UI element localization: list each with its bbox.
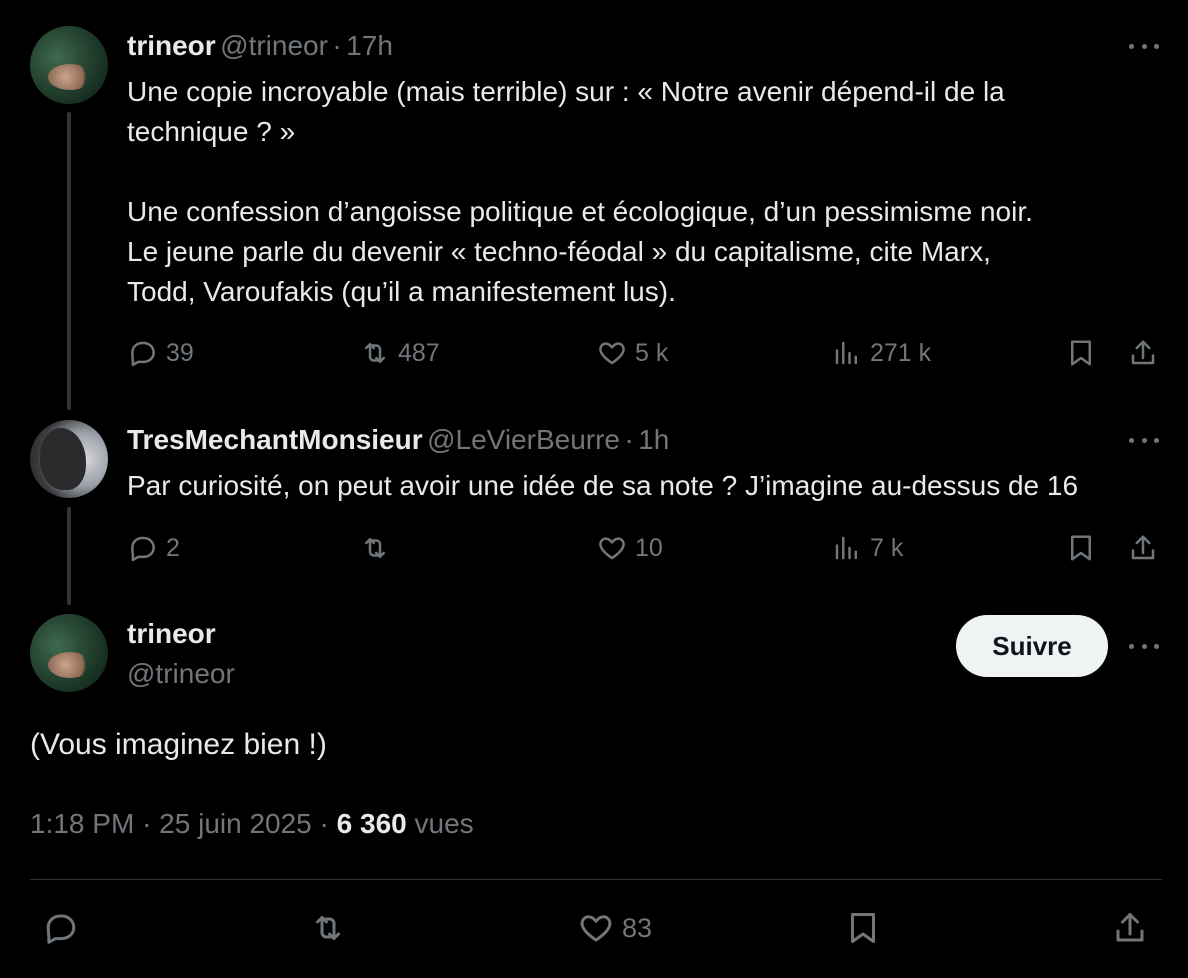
views-count: 7 k <box>870 533 904 562</box>
tweet-text: Une copie incroyable (mais terrible) sur… <box>127 72 1167 312</box>
bookmark-icon <box>1071 340 1091 366</box>
share-icon <box>1131 535 1155 560</box>
follow-button[interactable]: Suivre <box>956 615 1108 677</box>
author-handle[interactable]: @trineor <box>220 30 328 61</box>
avatar[interactable] <box>30 420 108 498</box>
like-count: 83 <box>622 912 653 943</box>
tweet-text-line: Une copie incroyable (mais terrible) sur… <box>127 76 1005 107</box>
share-button[interactable] <box>1112 910 1148 946</box>
repost-button[interactable]: 487 <box>360 338 440 368</box>
bookmark-button[interactable] <box>1066 338 1096 368</box>
like-count: 5 k <box>635 338 669 367</box>
reply-icon <box>131 341 155 367</box>
like-count: 10 <box>635 533 663 562</box>
heart-icon <box>599 342 625 365</box>
avatar[interactable] <box>30 614 108 692</box>
views-button[interactable]: 7 k <box>832 533 903 563</box>
tweet-header: TresMechantMonsieur @LeVierBeurre · 1h <box>127 424 669 456</box>
tweet-text-line: Le jeune parle du devenir « techno-féoda… <box>127 236 991 267</box>
tweet-header: trineor @trineor · 17h <box>127 30 393 62</box>
post-date[interactable]: 25 juin 2025 <box>159 808 312 839</box>
avatar[interactable] <box>30 26 108 104</box>
repost-icon <box>365 343 385 363</box>
bookmark-button[interactable] <box>845 910 881 946</box>
tweet-text-line: Todd, Varoufakis (qu’il a manifestement … <box>127 276 676 307</box>
repost-button[interactable] <box>360 533 398 563</box>
more-icon[interactable] <box>1129 436 1159 444</box>
bookmark-button[interactable] <box>1066 533 1096 563</box>
share-button[interactable] <box>1128 338 1158 368</box>
tweet-text-line: technique ? » <box>127 116 296 147</box>
divider <box>30 879 1162 880</box>
separator: · <box>142 808 152 839</box>
author-name[interactable]: TresMechantMonsieur <box>127 424 423 455</box>
share-icon <box>1131 340 1155 365</box>
reply-icon <box>131 536 155 562</box>
separator: · <box>332 30 342 61</box>
reply-button[interactable]: 39 <box>128 338 194 368</box>
reply-count: 2 <box>166 533 180 562</box>
tweet-text: (Vous imaginez bien !) <box>30 728 327 761</box>
repost-button[interactable] <box>310 910 346 946</box>
author-name[interactable]: trineor <box>127 30 216 61</box>
more-icon[interactable] <box>1129 42 1159 50</box>
like-button[interactable]: 5 k <box>597 338 668 368</box>
timestamp[interactable]: 1h <box>638 424 669 455</box>
thread-line <box>67 112 71 410</box>
reply-icon <box>46 914 76 944</box>
repost-icon <box>316 916 340 940</box>
timestamp[interactable]: 17h <box>346 30 393 61</box>
thread-line <box>67 507 71 605</box>
tweet-text-line: Une confession d’angoisse politique et é… <box>127 196 1033 227</box>
author-name[interactable]: trineor <box>127 618 216 650</box>
like-button[interactable]: 10 <box>597 533 663 563</box>
views-count: 271 k <box>870 338 932 367</box>
tweet-text-line <box>127 152 1167 192</box>
bookmark-icon <box>1071 535 1091 561</box>
reply-button[interactable]: 2 <box>128 533 180 563</box>
repost-count: 487 <box>398 338 440 367</box>
tweet-meta: 1:18 PM · 25 juin 2025 · 6 360 vues <box>30 808 474 840</box>
author-handle[interactable]: @trineor <box>127 658 235 690</box>
views-button[interactable]: 271 k <box>832 338 931 368</box>
author-handle[interactable]: @LeVierBeurre <box>427 424 620 455</box>
separator: · <box>624 424 634 455</box>
heart-icon <box>599 537 625 560</box>
views-label: vues <box>414 808 474 839</box>
share-button[interactable] <box>1128 533 1158 563</box>
repost-icon <box>365 538 385 558</box>
views-icon <box>835 341 857 365</box>
bookmark-icon <box>851 913 875 943</box>
separator: · <box>319 808 329 839</box>
post-time[interactable]: 1:18 PM <box>30 808 134 839</box>
views-icon <box>835 536 857 560</box>
like-button[interactable]: 83 <box>578 910 652 946</box>
share-icon <box>1116 913 1144 942</box>
views-count: 6 360 <box>336 808 407 839</box>
more-icon[interactable] <box>1129 642 1159 650</box>
tweet-text: Par curiosité, on peut avoir une idée de… <box>127 470 1079 501</box>
heart-icon <box>580 915 612 942</box>
reply-button[interactable] <box>43 910 79 946</box>
reply-count: 39 <box>166 338 194 367</box>
